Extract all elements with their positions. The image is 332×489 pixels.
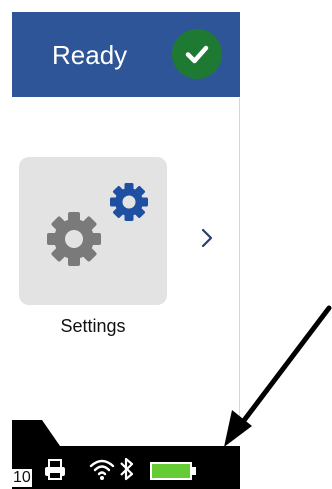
settings-label: Settings — [60, 316, 126, 336]
printer-icon — [45, 459, 65, 480]
screen-edge — [239, 98, 240, 418]
status-bar: Ready — [12, 12, 240, 97]
printer-screen: Ready Settings 10 — [12, 12, 240, 489]
gears-icon — [47, 183, 148, 266]
chevron-right-icon[interactable] — [200, 227, 214, 249]
ready-status-badge — [172, 29, 222, 79]
tray-count: 10 — [12, 469, 32, 487]
battery-icon — [150, 462, 196, 480]
status-text: Ready — [52, 40, 128, 70]
settings-tile[interactable] — [19, 157, 167, 305]
bluetooth-icon — [120, 457, 134, 481]
checkmark-icon — [185, 45, 209, 64]
system-tray: 10 — [12, 420, 240, 489]
wifi-icon — [89, 459, 115, 480]
